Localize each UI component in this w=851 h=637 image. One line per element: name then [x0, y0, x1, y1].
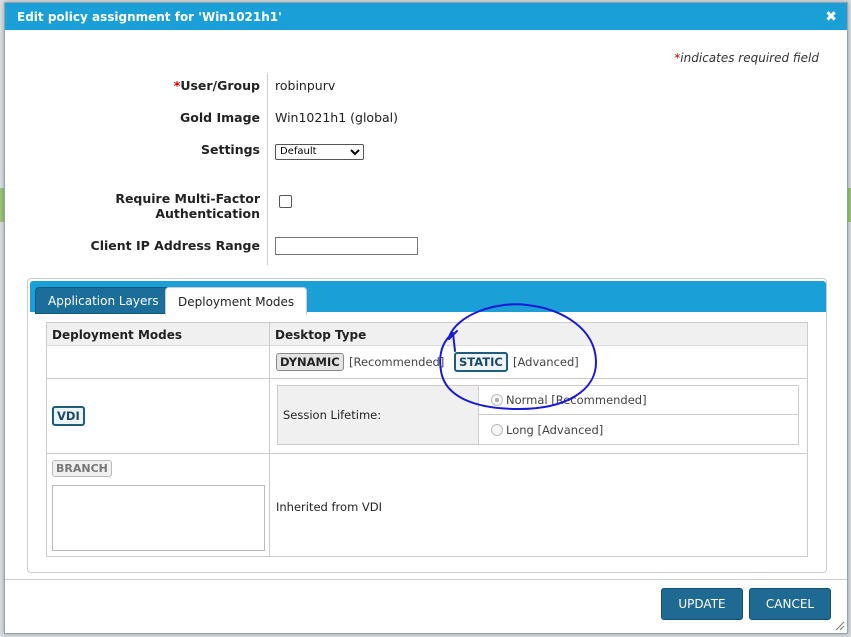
tab-deployment-modes[interactable]: Deployment Modes [165, 287, 308, 315]
row-divider-1 [47, 378, 807, 379]
col-desktop-type: Desktop Type [275, 328, 367, 342]
long-option[interactable]: Long [Advanced] [479, 415, 799, 444]
mfa-checkbox-wrap [279, 195, 292, 208]
tab-bar: Application Layers Deployment Modes [30, 281, 826, 315]
ip-range-label: Client IP Address Range [90, 238, 260, 253]
long-radio[interactable] [491, 423, 503, 436]
mfa-checkbox[interactable] [279, 195, 292, 208]
normal-radio[interactable] [491, 394, 503, 406]
branch-button[interactable]: BRANCH [52, 460, 112, 477]
mfa-label-line1: Require Multi-Factor [115, 191, 260, 206]
mfa-label-line2: Authentication [155, 206, 260, 221]
footer-divider [5, 579, 847, 580]
ip-range-wrap [275, 237, 418, 255]
session-lifetime-label: Session Lifetime: [278, 386, 479, 444]
edit-policy-dialog: Edit policy assignment for 'Win1021h1' ✖… [4, 2, 848, 634]
deployment-modes-table: Deployment Modes Desktop Type DYNAMIC [R… [46, 322, 808, 557]
required-note: *indicates required field [674, 51, 819, 65]
mfa-label: Require Multi-Factor Authentication [115, 191, 260, 221]
dynamic-note: [Recommended] [349, 355, 445, 369]
settings-label: Settings [200, 142, 260, 157]
inherited-text: Inherited from VDI [276, 500, 383, 514]
tabs-panel: Application Layers Deployment Modes Depl… [27, 278, 827, 573]
static-note: [Advanced] [513, 355, 579, 369]
update-button[interactable]: UPDATE [661, 588, 743, 620]
dynamic-button[interactable]: DYNAMIC [276, 353, 344, 371]
static-button[interactable]: STATIC [454, 352, 508, 372]
settings-select[interactable]: Default [275, 143, 364, 160]
gold-image-label: Gold Image [180, 110, 260, 125]
vdi-button[interactable]: VDI [52, 406, 85, 426]
user-group-value: robinpurv [275, 78, 336, 93]
column-divider [269, 323, 270, 556]
close-icon[interactable]: ✖ [825, 9, 837, 25]
row-divider-2 [47, 453, 807, 454]
table-header: Deployment Modes Desktop Type [47, 323, 807, 346]
col-deployment-modes: Deployment Modes [52, 328, 183, 342]
tab-application-layers[interactable]: Application Layers [35, 287, 172, 314]
resize-handle-icon[interactable] [835, 621, 845, 631]
normal-option[interactable]: Normal [Recommended] [479, 386, 799, 415]
long-option-label: Long [Advanced] [506, 422, 604, 437]
branch-list-box[interactable] [52, 485, 265, 551]
form-divider [267, 73, 268, 265]
gold-image-value: Win1021h1 (global) [275, 110, 399, 125]
ip-range-input[interactable] [275, 237, 418, 255]
session-lifetime-box: Session Lifetime: Normal [Recommended] L… [277, 385, 799, 445]
dialog-title: Edit policy assignment for 'Win1021h1' [17, 9, 282, 24]
settings-select-wrap: Default [275, 142, 364, 160]
user-group-label-text: User/Group [180, 78, 260, 93]
dialog-titlebar: Edit policy assignment for 'Win1021h1' ✖ [5, 3, 847, 30]
required-note-text: indicates required field [680, 51, 819, 65]
user-group-label: *User/Group [174, 78, 260, 93]
normal-option-label: Normal [Recommended] [506, 393, 647, 407]
cancel-button[interactable]: CANCEL [749, 588, 831, 620]
